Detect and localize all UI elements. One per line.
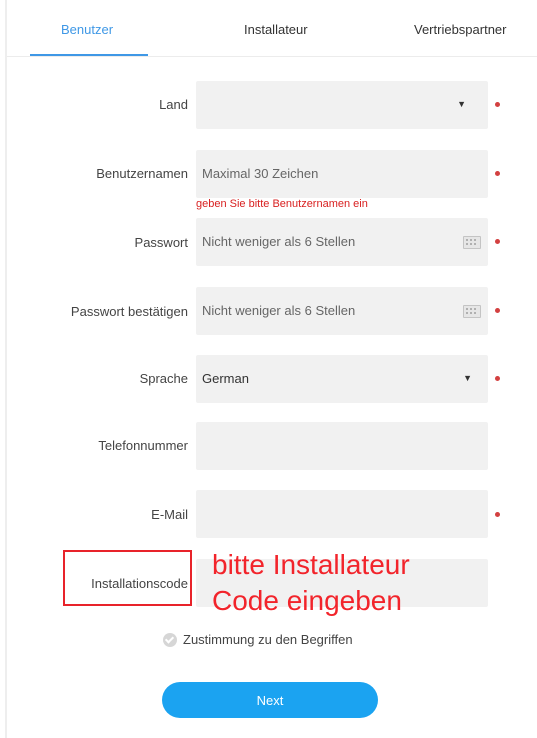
- dropdown-arrow-icon: ▼: [457, 99, 466, 109]
- annotation-text: bitte Installateur Code eingeben: [212, 547, 410, 619]
- keyboard-icon[interactable]: [463, 305, 481, 318]
- active-tab-indicator: [30, 54, 148, 56]
- email-label: E-Mail: [151, 507, 188, 522]
- language-value: German: [202, 371, 249, 386]
- email-input[interactable]: [196, 490, 488, 538]
- password-confirm-input[interactable]: Nicht weniger als 6 Stellen: [196, 287, 488, 335]
- password-label: Passwort: [134, 235, 188, 250]
- tab-installateur[interactable]: Installateur: [244, 22, 308, 37]
- password-placeholder: Nicht weniger als 6 Stellen: [202, 234, 356, 249]
- annotation-line-1: bitte Installateur: [212, 549, 410, 580]
- tab-bar: Benutzer Installateur Vertriebspartner: [7, 0, 537, 57]
- phone-input[interactable]: [196, 422, 488, 470]
- country-label: Land: [159, 97, 188, 112]
- agreement-row[interactable]: Zustimmung zu den Begriffen: [163, 632, 353, 647]
- annotation-highlight-box: [63, 550, 192, 606]
- required-indicator: [495, 376, 500, 381]
- agreement-label: Zustimmung zu den Begriffen: [183, 632, 353, 647]
- required-indicator: [495, 512, 500, 517]
- tab-vertriebspartner[interactable]: Vertriebspartner: [414, 22, 507, 37]
- annotation-line-2: Code eingeben: [212, 585, 402, 616]
- language-label: Sprache: [139, 371, 188, 386]
- username-placeholder: Maximal 30 Zeichen: [202, 166, 319, 181]
- dropdown-arrow-icon: ▼: [463, 373, 472, 383]
- password-confirm-label: Passwort bestätigen: [70, 304, 188, 319]
- username-input[interactable]: Maximal 30 Zeichen: [196, 150, 488, 198]
- language-select[interactable]: German ▼: [196, 355, 488, 403]
- username-error: geben Sie bitte Benutzernamen ein: [196, 198, 368, 210]
- required-indicator: [495, 171, 500, 176]
- next-button[interactable]: Next: [162, 682, 378, 718]
- username-label: Benutzernamen: [96, 166, 188, 181]
- required-indicator: [495, 102, 500, 107]
- keyboard-icon[interactable]: [463, 236, 481, 249]
- tab-benutzer[interactable]: Benutzer: [61, 22, 113, 37]
- password-confirm-placeholder: Nicht weniger als 6 Stellen: [202, 303, 356, 318]
- password-input[interactable]: Nicht weniger als 6 Stellen: [196, 218, 488, 266]
- required-indicator: [495, 239, 500, 244]
- country-select[interactable]: ▼: [196, 81, 488, 129]
- required-indicator: [495, 308, 500, 313]
- check-circle-icon[interactable]: [163, 633, 177, 647]
- phone-label: Telefonnummer: [98, 438, 188, 453]
